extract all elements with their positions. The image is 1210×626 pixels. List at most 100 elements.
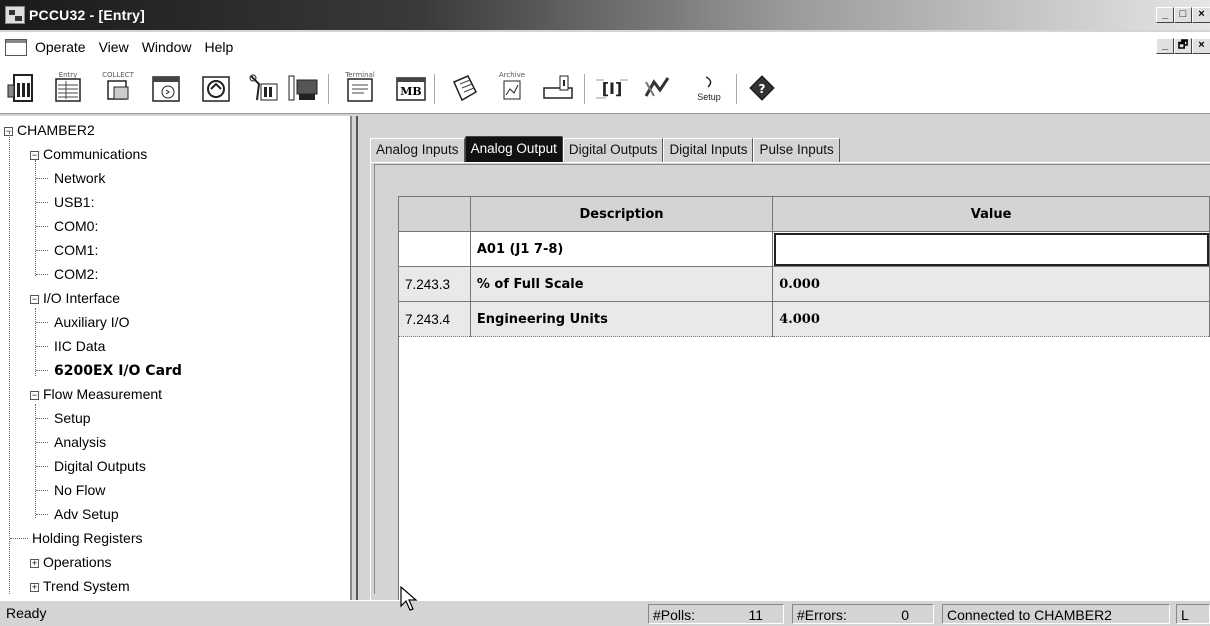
meter-icon[interactable]: [4, 70, 40, 106]
tree-item-digital-outputs[interactable]: Digital Outputs: [52, 454, 148, 478]
tree-item-com0[interactable]: COM0:: [52, 214, 100, 238]
row-value[interactable]: [772, 231, 1210, 267]
expand-icon[interactable]: +: [30, 582, 39, 592]
entry-icon[interactable]: Entry: [50, 70, 86, 106]
maximize-button[interactable]: □: [1174, 7, 1192, 23]
svg-text:[I]: [I]: [602, 79, 623, 98]
registers-icon[interactable]: [I]: [594, 70, 630, 106]
loop-icon[interactable]: [286, 70, 322, 106]
document-icon[interactable]: [5, 38, 27, 56]
tree-label: 6200EX I/O Card: [54, 363, 182, 379]
terminal-icon[interactable]: Terminal: [342, 70, 378, 106]
status-bar: Ready #Polls: 11 #Errors: 0 Connected to…: [0, 600, 1210, 626]
svg-text:?: ?: [759, 82, 766, 96]
tree-item-network[interactable]: Network: [52, 166, 107, 190]
tree-root-label: CHAMBER2: [17, 122, 95, 138]
entry-label: Entry: [58, 71, 78, 79]
tree-item-operations[interactable]: + Operations: [30, 550, 113, 574]
mdi-restore-button[interactable]: 🗗: [1174, 38, 1192, 54]
tree-label: COM0:: [54, 218, 99, 234]
tree-item-io-interface[interactable]: − I/O Interface: [30, 286, 122, 310]
title-bar: PCCU32 - [Entry] _ □ ×: [0, 0, 1210, 30]
tree-item-flow-measurement[interactable]: − Flow Measurement: [30, 382, 164, 406]
row-index: 7.243.4: [398, 301, 471, 337]
tree-label: Network: [54, 170, 106, 186]
modbus-icon[interactable]: MB: [392, 70, 428, 106]
row-value[interactable]: 0.000: [772, 266, 1210, 302]
tree-label: Auxiliary I/O: [54, 314, 130, 330]
tree-item-6200ex-io-card[interactable]: 6200EX I/O Card: [52, 358, 184, 382]
close-button[interactable]: ×: [1192, 7, 1210, 23]
tree-item-usb1[interactable]: USB1:: [52, 190, 96, 214]
tools-icon[interactable]: [246, 70, 282, 106]
connection-panel: Connected to CHAMBER2: [942, 604, 1170, 624]
tree-label: Holding Registers: [32, 530, 143, 546]
tree-item-no-flow[interactable]: No Flow: [52, 478, 107, 502]
notes-icon[interactable]: [446, 70, 482, 106]
tree-item-holding-registers[interactable]: Holding Registers: [30, 526, 145, 550]
menu-view[interactable]: View: [99, 39, 129, 55]
tree-item-communications[interactable]: − Communications: [30, 142, 149, 166]
tree-label: Operations: [43, 554, 112, 570]
tree-root[interactable]: − CHAMBER2: [4, 118, 97, 142]
tab-strip: Analog Inputs Analog Output Digital Outp…: [370, 136, 840, 162]
toolbar: Entry COLLECT Terminal MB Archive [I] Se…: [0, 62, 1210, 114]
refresh-icon[interactable]: [198, 70, 234, 106]
tab-analog-inputs[interactable]: Analog Inputs: [370, 138, 465, 162]
menu-operate[interactable]: Operate: [35, 39, 86, 55]
tree-label: USB1:: [54, 194, 95, 210]
menu-help[interactable]: Help: [204, 39, 233, 55]
mdi-close-button[interactable]: ×: [1192, 38, 1210, 54]
tree-label: No Flow: [54, 482, 106, 498]
tree-item-iic-data[interactable]: IIC Data: [52, 334, 107, 358]
errors-value: 0: [901, 607, 909, 623]
mode-panel: L: [1176, 604, 1210, 624]
collapse-icon[interactable]: −: [30, 294, 39, 304]
trend-icon[interactable]: [640, 70, 676, 106]
menu-bar: Operate View Window Help _ 🗗 ×: [0, 32, 1210, 62]
tree-label: Flow Measurement: [43, 386, 163, 402]
data-grid: Description Value A01 (J1 7-8) 7.243.3 %…: [398, 196, 1210, 337]
modbus-label: MB: [400, 85, 421, 98]
tree-item-auxiliary-io[interactable]: Auxiliary I/O: [52, 310, 131, 334]
mouse-cursor-icon: [400, 586, 418, 611]
tree-label: Trend System: [43, 578, 130, 594]
tree-label: Digital Outputs: [54, 458, 146, 474]
tree-item-setup[interactable]: Setup: [52, 406, 93, 430]
tree-item-com1[interactable]: COM1:: [52, 238, 100, 262]
setup-icon[interactable]: Setup: [690, 70, 726, 106]
app-icon[interactable]: [5, 6, 25, 24]
minimize-button[interactable]: _: [1156, 7, 1174, 23]
tree-label: COM1:: [54, 242, 99, 258]
collapse-icon[interactable]: −: [30, 150, 39, 160]
tree-label: Setup: [54, 410, 91, 426]
tree-label: I/O Interface: [43, 290, 121, 306]
polls-panel: #Polls: 11: [648, 604, 784, 624]
value-header: Value: [772, 196, 1210, 232]
tree-item-analysis[interactable]: Analysis: [52, 430, 108, 454]
tree-item-adv-setup[interactable]: Adv Setup: [52, 502, 121, 526]
collect-icon[interactable]: COLLECT: [100, 70, 136, 106]
tree-item-com2[interactable]: COM2:: [52, 262, 100, 286]
tab-analog-output[interactable]: Analog Output: [464, 136, 563, 162]
row-index: [398, 231, 471, 267]
tab-digital-inputs[interactable]: Digital Inputs: [663, 138, 754, 162]
calendar-icon[interactable]: [148, 70, 184, 106]
save-icon[interactable]: [540, 70, 576, 106]
polls-label: #Polls:: [653, 607, 696, 623]
menu-window[interactable]: Window: [142, 39, 192, 55]
row-description: A01 (J1 7-8): [469, 231, 774, 267]
tab-pulse-inputs[interactable]: Pulse Inputs: [753, 138, 840, 162]
collapse-icon[interactable]: −: [30, 390, 39, 400]
window-title: PCCU32 - [Entry]: [29, 7, 145, 23]
archive-icon[interactable]: Archive: [494, 70, 530, 106]
mdi-minimize-button[interactable]: _: [1156, 38, 1174, 54]
tab-digital-outputs[interactable]: Digital Outputs: [562, 138, 664, 162]
expand-icon[interactable]: +: [30, 558, 39, 568]
tree-item-trend-system[interactable]: + Trend System: [30, 574, 132, 598]
errors-label: #Errors:: [797, 607, 847, 623]
help-icon[interactable]: ?: [744, 70, 780, 106]
row-index: 7.243.3: [398, 266, 471, 302]
setup-label: Setup: [697, 92, 721, 102]
row-value[interactable]: 4.000: [772, 301, 1210, 337]
